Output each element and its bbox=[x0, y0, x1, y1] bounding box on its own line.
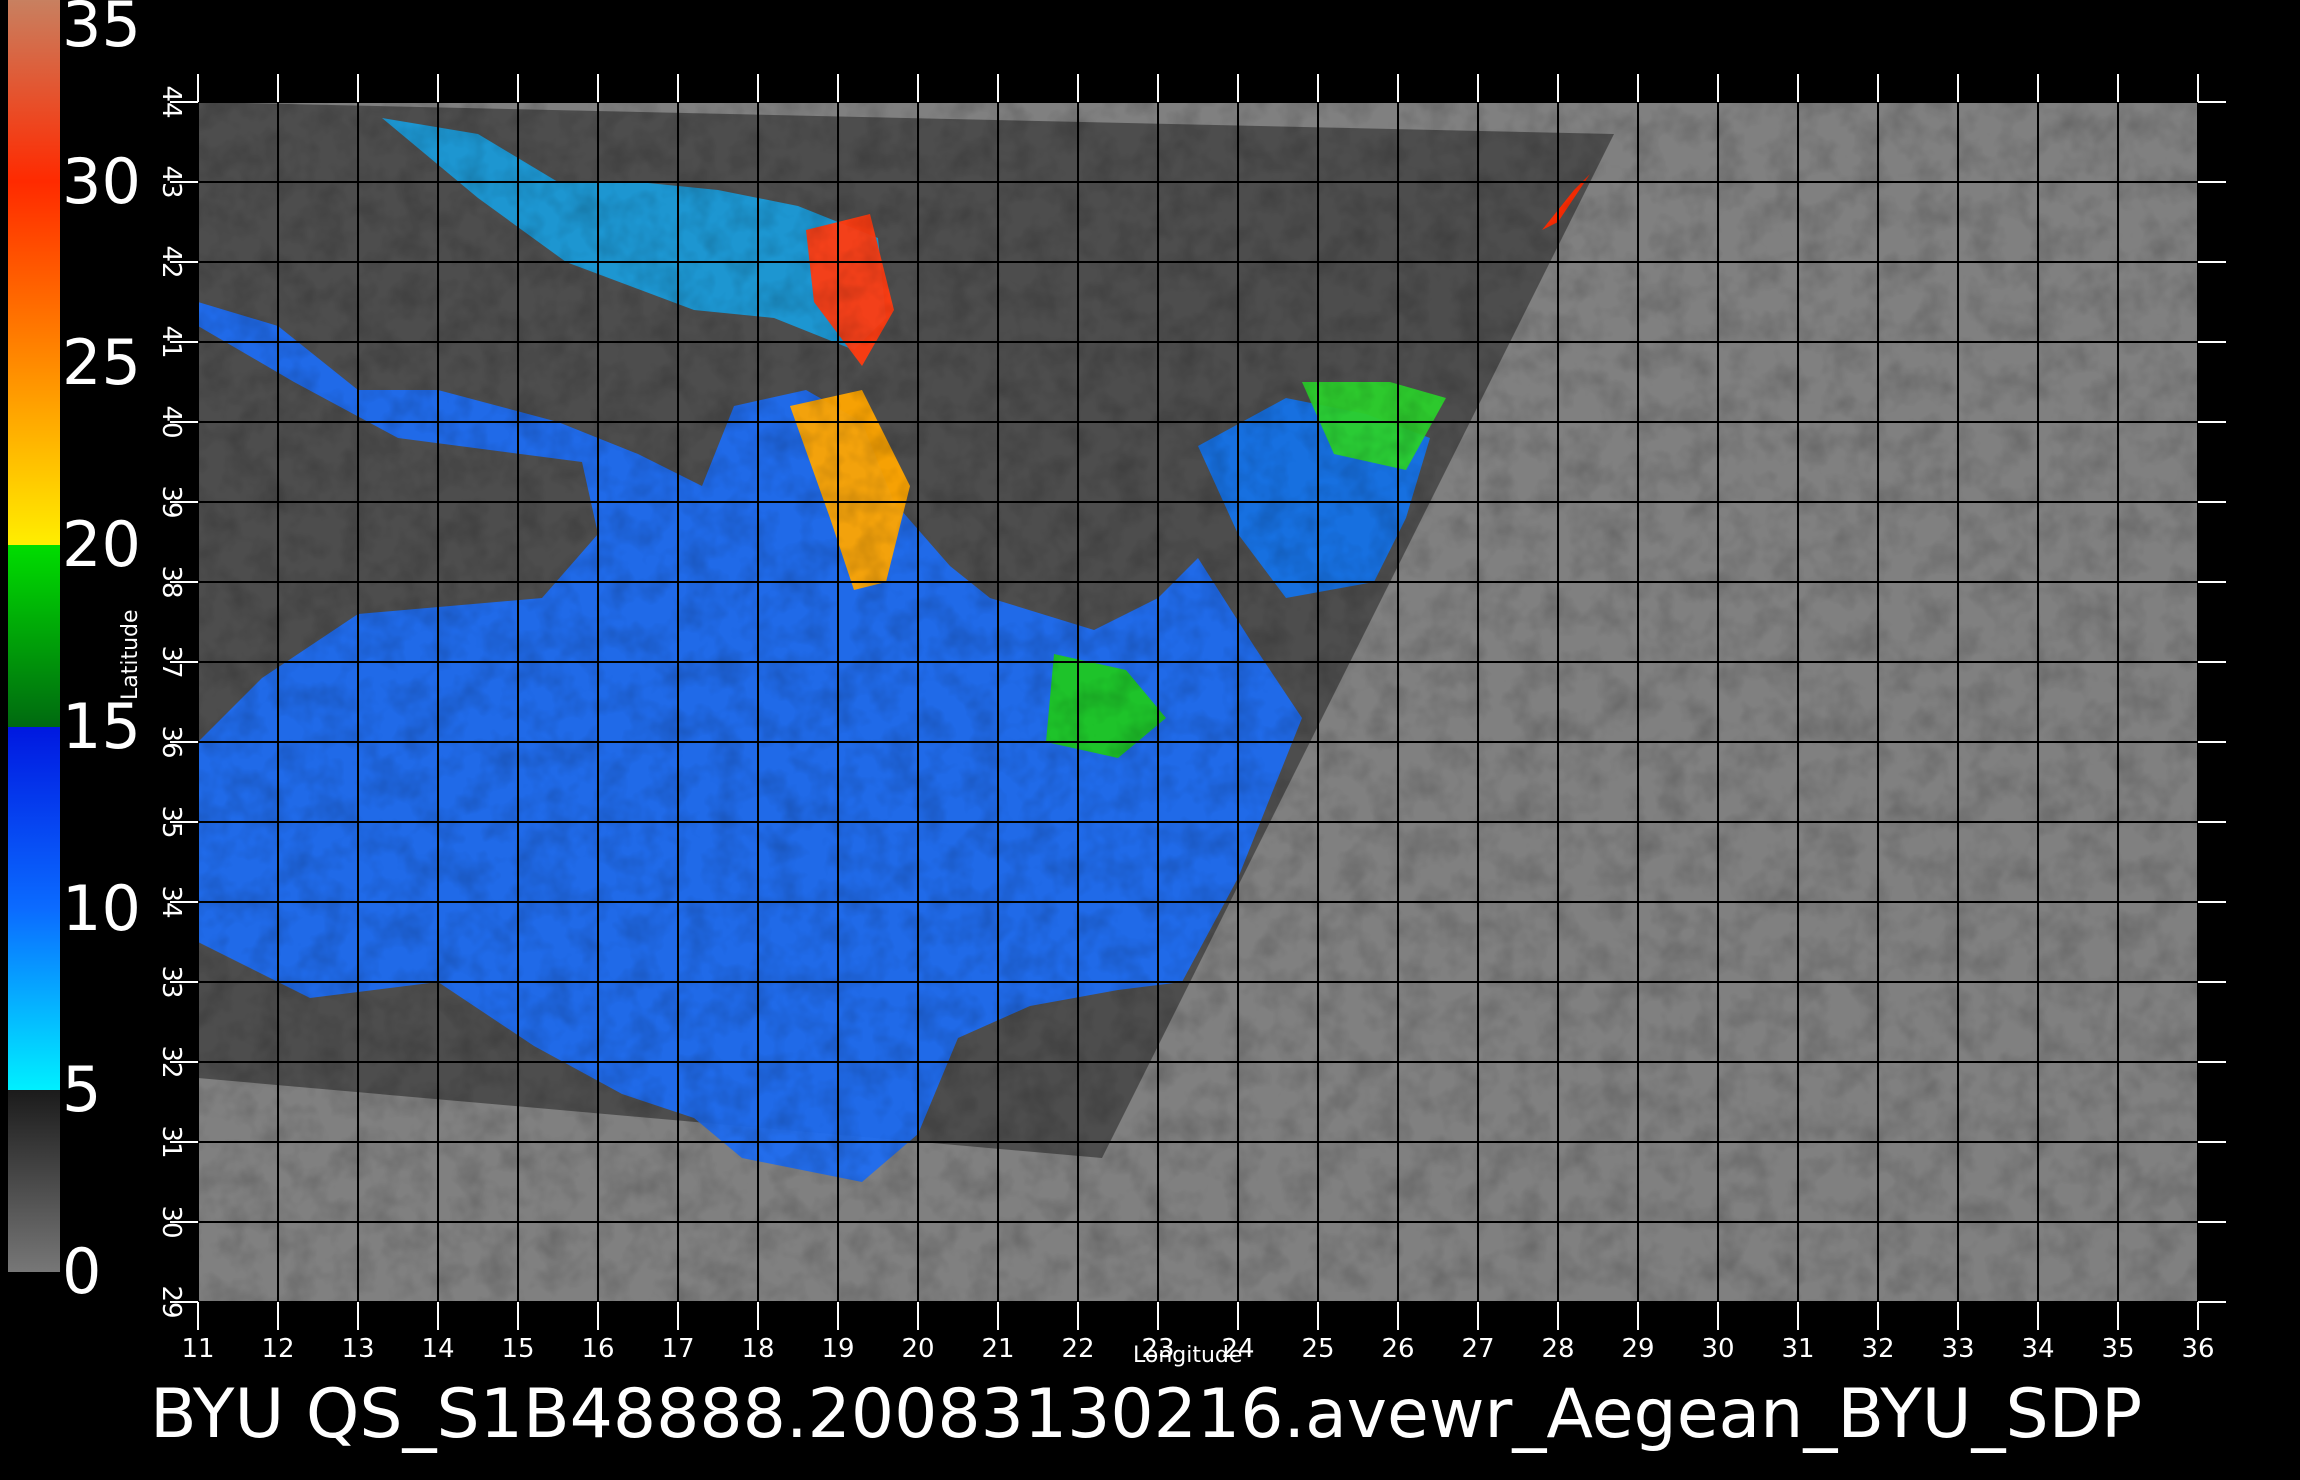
lon-tick-label: 12 bbox=[261, 1334, 294, 1364]
lat-tick-label: 30 bbox=[156, 1205, 186, 1238]
lat-tick-label: 39 bbox=[156, 485, 186, 518]
x-axis-title: Longitude bbox=[1133, 1343, 1243, 1368]
lat-tick-label: 41 bbox=[156, 325, 186, 358]
lon-tick-label: 32 bbox=[1861, 1334, 1894, 1364]
colorbar-tick-label: 35 bbox=[62, 0, 141, 61]
lon-tick-label: 34 bbox=[2021, 1334, 2054, 1364]
lon-tick-label: 22 bbox=[1061, 1334, 1094, 1364]
lon-tick-label: 14 bbox=[421, 1334, 454, 1364]
lon-tick-label: 35 bbox=[2101, 1334, 2134, 1364]
lat-tick-label: 40 bbox=[156, 405, 186, 438]
lon-tick-label: 31 bbox=[1781, 1334, 1814, 1364]
lon-tick-label: 18 bbox=[741, 1334, 774, 1364]
lon-tick-label: 25 bbox=[1301, 1334, 1334, 1364]
lon-tick-label: 19 bbox=[821, 1334, 854, 1364]
lon-tick-label: 20 bbox=[901, 1334, 934, 1364]
lat-tick-label: 38 bbox=[156, 565, 186, 598]
lat-tick-label: 37 bbox=[156, 645, 186, 678]
lon-tick-label: 29 bbox=[1621, 1334, 1654, 1364]
colorbar-tick-label: 15 bbox=[62, 689, 141, 763]
lat-tick-label: 29 bbox=[156, 1285, 186, 1318]
lon-tick-label: 26 bbox=[1381, 1334, 1414, 1364]
lon-tick-label: 16 bbox=[581, 1334, 614, 1364]
texture-overlay bbox=[198, 102, 2198, 1302]
lat-tick-label: 42 bbox=[156, 245, 186, 278]
lon-tick-label: 17 bbox=[661, 1334, 694, 1364]
lat-tick-label: 35 bbox=[156, 805, 186, 838]
lon-tick-label: 21 bbox=[981, 1334, 1014, 1364]
product-filename: BYU QS_S1B48888.20083130216.avewr_Aegean… bbox=[150, 1375, 2143, 1454]
lat-tick-label: 43 bbox=[156, 165, 186, 198]
wind-speed-colorbar bbox=[8, 0, 60, 1272]
colorbar-tick-label: 30 bbox=[62, 144, 141, 218]
colorbar-tick-label: 10 bbox=[62, 871, 141, 945]
colorbar-tick-label: 25 bbox=[62, 326, 141, 400]
lon-tick-label: 28 bbox=[1541, 1334, 1574, 1364]
lon-tick-label: 27 bbox=[1461, 1334, 1494, 1364]
colorbar-tick-label: 0 bbox=[62, 1235, 102, 1308]
lon-tick-label: 30 bbox=[1701, 1334, 1734, 1364]
lat-tick-label: 44 bbox=[156, 85, 186, 118]
lat-tick-label: 31 bbox=[156, 1125, 186, 1158]
lat-tick-label: 34 bbox=[156, 885, 186, 918]
lon-tick-label: 36 bbox=[2181, 1334, 2214, 1364]
lat-tick-label: 32 bbox=[156, 1045, 186, 1078]
wind-map: 11 12 13 14 15 16 17 18 19 20 21 22 23 24 25 26 27 28 29 30… bbox=[156, 74, 2226, 1364]
lat-tick-label: 33 bbox=[156, 965, 186, 998]
lon-tick-label: 33 bbox=[1941, 1334, 1974, 1364]
colorbar-tick-label: 20 bbox=[62, 508, 141, 582]
lon-tick-label: 13 bbox=[341, 1334, 374, 1364]
lon-tick-label: 11 bbox=[181, 1334, 214, 1364]
y-axis-title: Latitude bbox=[118, 609, 143, 700]
lon-tick-label: 15 bbox=[501, 1334, 534, 1364]
lat-tick-label: 36 bbox=[156, 725, 186, 758]
colorbar-tick-label: 5 bbox=[62, 1053, 102, 1127]
